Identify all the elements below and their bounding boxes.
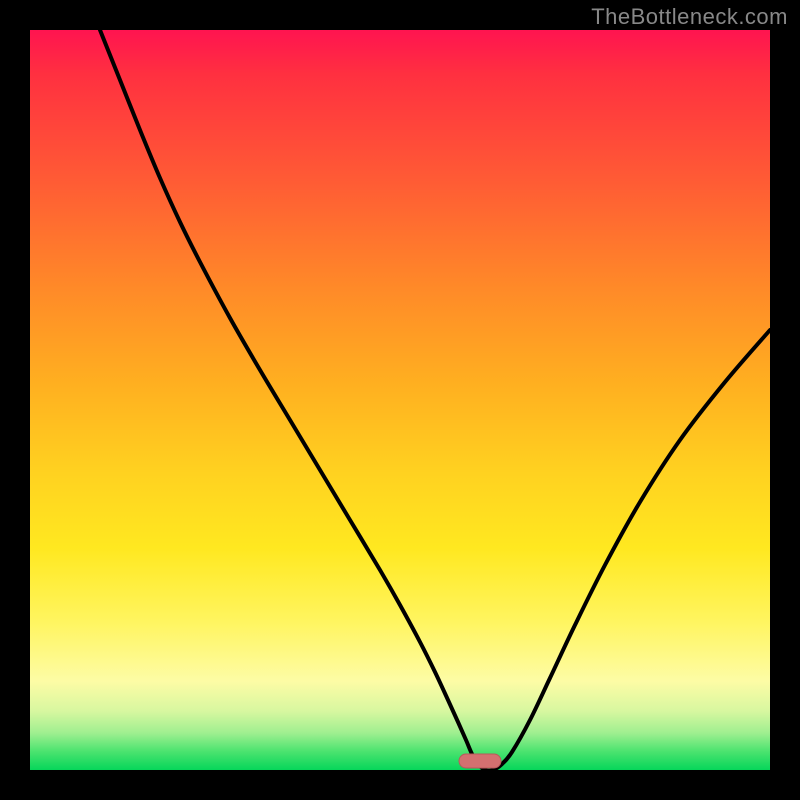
chart-svg bbox=[30, 30, 770, 770]
chart-frame: TheBottleneck.com bbox=[0, 0, 800, 800]
optimal-point-marker bbox=[459, 754, 501, 768]
plot-area bbox=[30, 30, 770, 770]
watermark-text: TheBottleneck.com bbox=[591, 4, 788, 30]
bottleneck-curve bbox=[100, 30, 770, 770]
